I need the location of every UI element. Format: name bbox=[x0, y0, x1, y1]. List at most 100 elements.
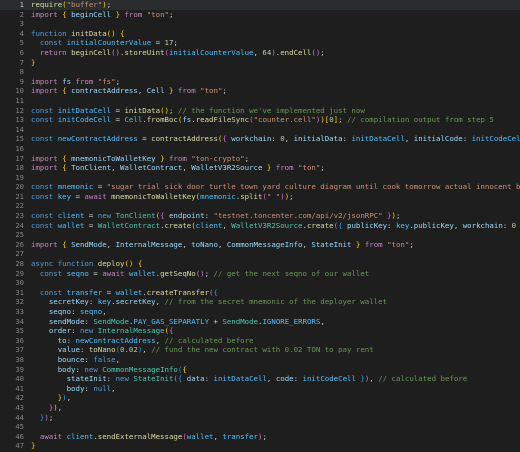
code-line[interactable]: 31 const transfer = wallet.createTransfe… bbox=[0, 288, 520, 298]
code-line[interactable]: 19 bbox=[0, 173, 520, 183]
code-line[interactable]: 35 order: new InternalMessage({ bbox=[0, 326, 520, 336]
code-line[interactable]: 30 bbox=[0, 278, 520, 288]
code-line[interactable]: 2 import { beginCell } from "ton"; bbox=[0, 10, 520, 20]
code-token: , bbox=[111, 383, 116, 393]
code-token: transfer bbox=[66, 287, 103, 297]
code-line[interactable]: 13 const initCodeCell = Cell.fromBoc(fs.r… bbox=[0, 115, 520, 125]
code-token: ; bbox=[222, 86, 227, 96]
code-line[interactable]: 3 bbox=[0, 19, 520, 29]
code-line[interactable]: 43 }), bbox=[0, 403, 520, 413]
code-token: ; bbox=[395, 211, 401, 221]
code-line[interactable]: 33 seqno: seqno, bbox=[0, 307, 520, 317]
code-line[interactable]: 24 const wallet = WalletContract.create(c… bbox=[0, 221, 520, 231]
code-line[interactable]: 18 import { TonClient, WalletContract, Wa… bbox=[0, 163, 520, 173]
code-token: const bbox=[31, 134, 54, 144]
code-line[interactable]: 46 await client.sendExternalMessage(wall… bbox=[0, 432, 520, 442]
code-line[interactable]: 20 const mnemonic = "sugar trial sick doo… bbox=[0, 182, 520, 192]
code-token: require bbox=[31, 0, 63, 9]
code-token: wallet bbox=[128, 268, 156, 278]
code-token: import bbox=[31, 86, 58, 96]
code-token: sendMode bbox=[48, 316, 85, 326]
code-line[interactable]: 21 const key = await mnemonicToWalletKey(… bbox=[0, 192, 520, 202]
code-line[interactable]: 41 body: null, bbox=[0, 384, 520, 394]
code-line[interactable]: 27 bbox=[0, 249, 520, 259]
code-token: 64 bbox=[262, 47, 272, 57]
code-token: : bbox=[271, 134, 281, 144]
code-line[interactable]: 14 bbox=[0, 125, 520, 135]
line-number: 28 bbox=[15, 259, 24, 269]
line-number: 47 bbox=[15, 441, 24, 451]
line-number: 24 bbox=[15, 220, 24, 230]
code-token: from bbox=[275, 163, 294, 173]
code-line[interactable]: 32 secretKey: key.secretKey, // from the… bbox=[0, 297, 520, 307]
code-token: , bbox=[182, 239, 192, 249]
code-line[interactable]: 39 body: new CommonMessageInfo({ bbox=[0, 365, 520, 375]
code-token: StateInit bbox=[311, 239, 352, 249]
code-token: ; bbox=[48, 412, 54, 422]
code-token: null bbox=[93, 383, 112, 393]
code-token: await bbox=[102, 268, 125, 278]
code-line[interactable]: 1 require("buffer"); bbox=[0, 0, 520, 10]
code-token: mnemonicToWalletKey bbox=[71, 153, 156, 163]
code-token: const bbox=[39, 268, 63, 278]
code-token: new bbox=[115, 374, 129, 384]
code-line[interactable]: 12 const initDataCell = initData(); // th… bbox=[0, 106, 520, 116]
code-text: const mnemonic = "sugar trial sick door … bbox=[31, 182, 520, 192]
code-token: false bbox=[93, 354, 116, 364]
code-line[interactable]: 47} bbox=[0, 441, 520, 451]
code-line[interactable]: 9 import fs from "fs"; bbox=[0, 77, 520, 87]
line-number: 29 bbox=[15, 268, 24, 278]
code-token: , bbox=[142, 345, 152, 355]
code-token: readFileSync bbox=[195, 115, 250, 125]
code-line[interactable]: 8 bbox=[0, 67, 520, 77]
code-token: TonClient bbox=[115, 211, 156, 221]
code-line[interactable]: 25 bbox=[0, 230, 520, 240]
code-line[interactable]: 7} bbox=[0, 58, 520, 68]
code-line[interactable]: 5 const initialCounterValue = 17; bbox=[0, 38, 520, 48]
code-line[interactable]: 15 const newContractAddress = contractAdd… bbox=[0, 134, 520, 144]
code-token: await bbox=[84, 191, 107, 201]
line-number: 31 bbox=[15, 287, 24, 297]
code-line[interactable]: 4 function initData() { bbox=[0, 29, 520, 39]
code-line[interactable]: 22 bbox=[0, 201, 520, 211]
code-line[interactable]: 34 sendMode: SendMode.PAY_GAS_SEPARATLY … bbox=[0, 317, 520, 327]
code-line[interactable]: 28 async function deploy() { bbox=[0, 259, 520, 269]
code-line[interactable]: 38 bounce: false, bbox=[0, 355, 520, 365]
code-token: "buffer" bbox=[66, 0, 103, 9]
code-text: bounce: false, bbox=[31, 355, 120, 365]
code-token: toNano bbox=[191, 239, 218, 249]
code-line[interactable]: 6 return beginCell().storeUint(initialCo… bbox=[0, 48, 520, 58]
code-token: initCodeCell bbox=[471, 134, 520, 144]
code-token: initialCounterValue bbox=[66, 38, 152, 48]
code-line[interactable]: 23 const client = new TonClient({ endpoin… bbox=[0, 211, 520, 221]
code-line[interactable]: 44 }); bbox=[0, 413, 520, 423]
code-token: from bbox=[168, 153, 187, 163]
code-line[interactable]: 17 import { mnemonicToWalletKey } from "t… bbox=[0, 154, 520, 164]
code-line[interactable]: 10 import { contractAddress, Cell } from … bbox=[0, 86, 520, 96]
code-token: // from the secret mnemonic of the deplo… bbox=[164, 297, 388, 307]
code-line[interactable]: 11 bbox=[0, 96, 520, 106]
code-token: sendExternalMessage bbox=[97, 431, 183, 441]
code-line[interactable]: 40 stateInit: new StateInit({ data: init… bbox=[0, 374, 520, 384]
code-token: ; bbox=[173, 38, 178, 48]
code-line[interactable]: 36 to: newContractAddress, // calculated… bbox=[0, 336, 520, 346]
code-text: const seqno = await wallet.getSeqNo(); /… bbox=[31, 269, 369, 279]
code-line[interactable]: 26 import { SendMode, InternalMessage, to… bbox=[0, 240, 520, 250]
code-token: CommonMessageInfo bbox=[226, 239, 303, 249]
code-line[interactable]: 45 bbox=[0, 422, 520, 432]
code-line[interactable]: 42 }), bbox=[0, 393, 520, 403]
line-number: 26 bbox=[15, 239, 24, 249]
code-line[interactable]: 16 bbox=[0, 144, 520, 154]
code-line[interactable]: 37 value: toNano(0.02), // fund the new … bbox=[0, 345, 520, 355]
code-token: } bbox=[31, 441, 36, 451]
code-line[interactable]: 29 const seqno = await wallet.getSeqNo()… bbox=[0, 269, 520, 279]
code-text: require("buffer"); bbox=[31, 0, 111, 10]
code-editor[interactable]: 1 require("buffer"); 2 import { beginCell }… bbox=[0, 0, 520, 452]
code-token: = bbox=[137, 134, 152, 144]
code-token: "ton" bbox=[200, 86, 223, 96]
line-number: 11 bbox=[15, 95, 24, 105]
